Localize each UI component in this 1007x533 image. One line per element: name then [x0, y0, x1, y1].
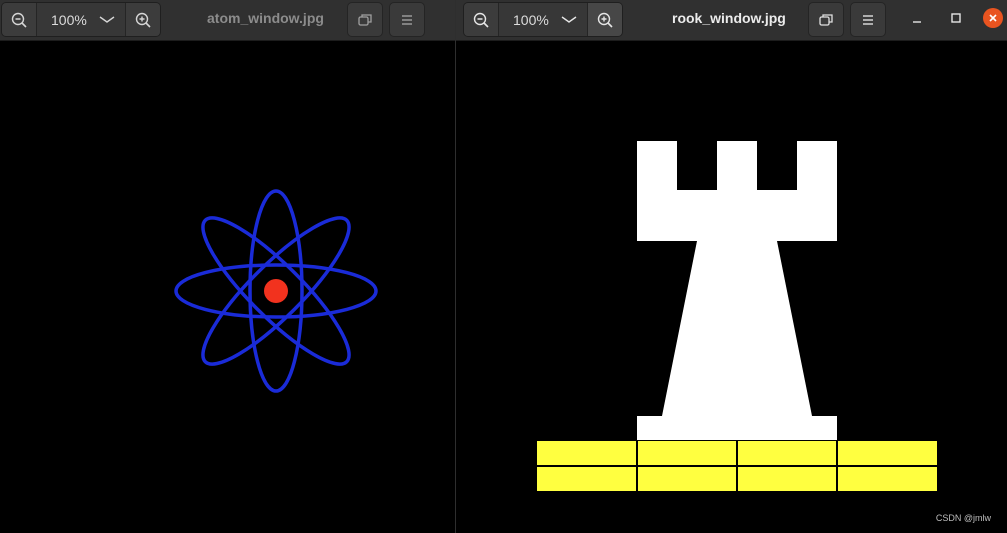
- menu-button[interactable]: [389, 2, 425, 37]
- close-icon: [989, 14, 997, 22]
- zoom-out-icon: [473, 12, 489, 28]
- brick: [838, 441, 937, 465]
- rook-image-window: 100% rook_window.jpg: [456, 0, 1007, 533]
- zoom-in-button[interactable]: [588, 3, 622, 36]
- rook-top: [637, 141, 837, 241]
- restore-view-icon: [819, 13, 833, 26]
- zoom-in-button[interactable]: [126, 3, 160, 36]
- zoom-level-value: 100%: [513, 12, 549, 28]
- image-canvas: [456, 41, 1007, 533]
- zoom-out-icon: [11, 12, 27, 28]
- image-canvas: [0, 41, 455, 533]
- restore-view-button[interactable]: [808, 2, 844, 37]
- brick: [537, 467, 636, 491]
- zoom-out-button[interactable]: [2, 3, 36, 36]
- headerbar: 100% rook_window.jpg: [456, 0, 1007, 41]
- brick: [738, 441, 836, 465]
- minimize-icon[interactable]: [907, 8, 927, 28]
- zoom-control-group: 100%: [1, 2, 161, 37]
- restore-view-button[interactable]: [347, 2, 383, 37]
- zoom-out-button[interactable]: [464, 3, 498, 36]
- brick-base: [537, 441, 937, 491]
- brick: [738, 467, 836, 491]
- chevron-down-icon: [561, 16, 577, 23]
- watermark: CSDN @jmlw: [935, 513, 991, 523]
- zoom-control-group: 100%: [463, 2, 623, 37]
- rook-base: [637, 416, 837, 440]
- zoom-level-dropdown[interactable]: 100%: [36, 3, 126, 36]
- zoom-level-dropdown[interactable]: 100%: [498, 3, 588, 36]
- headerbar: 100% atom_window.jpg: [0, 0, 455, 41]
- menu-icon: [863, 14, 873, 25]
- brick: [638, 441, 736, 465]
- zoom-level-value: 100%: [51, 12, 87, 28]
- menu-button[interactable]: [850, 2, 886, 37]
- brick: [537, 441, 636, 465]
- nucleus: [264, 279, 288, 303]
- atom-image-window: 100% atom_window.jpg: [0, 0, 455, 533]
- menu-icon: [402, 14, 412, 25]
- window-title: rook_window.jpg: [672, 10, 786, 26]
- rook-body: [662, 241, 812, 416]
- atom-image: [174, 189, 378, 393]
- rook-image: [537, 141, 937, 491]
- window-title: atom_window.jpg: [207, 10, 324, 26]
- brick: [638, 467, 736, 491]
- restore-view-icon: [358, 13, 372, 26]
- zoom-in-icon: [135, 12, 151, 28]
- close-button[interactable]: [983, 8, 1003, 28]
- zoom-in-icon: [597, 12, 613, 28]
- maximize-icon[interactable]: [946, 8, 966, 28]
- brick: [838, 467, 937, 491]
- rook-icon: [637, 141, 837, 440]
- chevron-down-icon: [99, 16, 115, 23]
